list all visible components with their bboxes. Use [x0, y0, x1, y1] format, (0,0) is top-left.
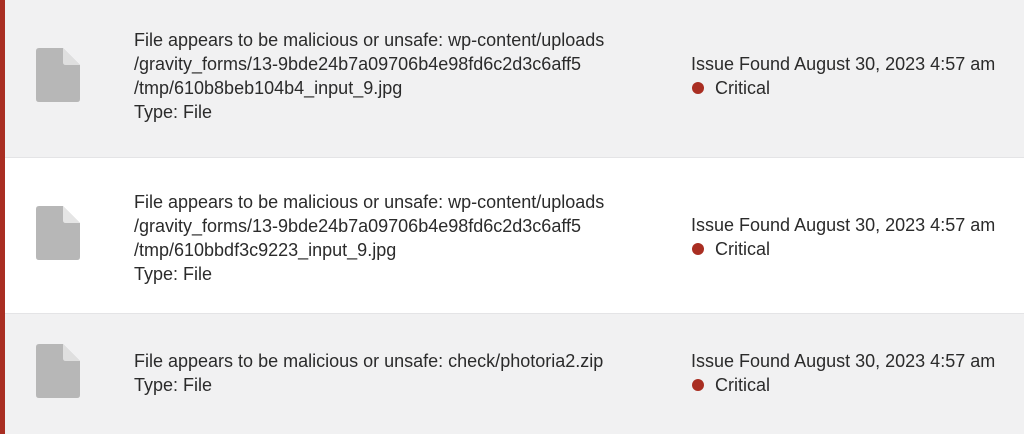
- severity-dot-icon: [692, 243, 704, 255]
- severity-label: Critical: [715, 239, 771, 259]
- issue-type: Type: File: [134, 264, 213, 284]
- issue-found-date: Issue Found August 30, 2023 4:57 am: [691, 215, 996, 235]
- issue-description-line: File appears to be malicious or unsafe: …: [134, 192, 605, 212]
- issue-description-line: /gravity_forms/13-9bde24b7a09706b4e98fd6…: [134, 54, 582, 74]
- issue-meta: Issue Found August 30, 2023 4:57 am Crit…: [691, 52, 1021, 100]
- issue-row[interactable]: File appears to be malicious or unsafe: …: [5, 314, 1024, 434]
- severity-indicator: Critical: [691, 76, 1021, 100]
- severity-indicator: Critical: [691, 373, 1021, 397]
- issue-meta: Issue Found August 30, 2023 4:57 am Crit…: [691, 213, 1021, 261]
- issue-description-line: /tmp/610bbdf3c9223_input_9.jpg: [134, 240, 397, 260]
- issue-type: Type: File: [134, 102, 213, 122]
- issue-description: File appears to be malicious or unsafe: …: [134, 349, 654, 397]
- severity-label: Critical: [715, 78, 771, 98]
- file-icon: [36, 344, 80, 398]
- issue-list: File appears to be malicious or unsafe: …: [5, 0, 1024, 434]
- issue-description-line: File appears to be malicious or unsafe: …: [134, 351, 604, 371]
- issue-found-date: Issue Found August 30, 2023 4:57 am: [691, 54, 996, 74]
- issue-row[interactable]: File appears to be malicious or unsafe: …: [5, 0, 1024, 157]
- issue-description-line: File appears to be malicious or unsafe: …: [134, 30, 605, 50]
- severity-indicator: Critical: [691, 237, 1021, 261]
- severity-label: Critical: [715, 375, 771, 395]
- file-icon: [36, 48, 80, 102]
- issue-description-line: /tmp/610b8beb104b4_input_9.jpg: [134, 78, 403, 98]
- issue-description: File appears to be malicious or unsafe: …: [134, 190, 654, 286]
- file-icon: [36, 206, 80, 260]
- issue-row[interactable]: File appears to be malicious or unsafe: …: [5, 157, 1024, 314]
- issue-found-date: Issue Found August 30, 2023 4:57 am: [691, 351, 996, 371]
- issue-description-line: /gravity_forms/13-9bde24b7a09706b4e98fd6…: [134, 216, 582, 236]
- issue-meta: Issue Found August 30, 2023 4:57 am Crit…: [691, 349, 1021, 397]
- issue-description: File appears to be malicious or unsafe: …: [134, 28, 654, 124]
- severity-dot-icon: [692, 82, 704, 94]
- severity-dot-icon: [692, 379, 704, 391]
- issue-type: Type: File: [134, 375, 213, 395]
